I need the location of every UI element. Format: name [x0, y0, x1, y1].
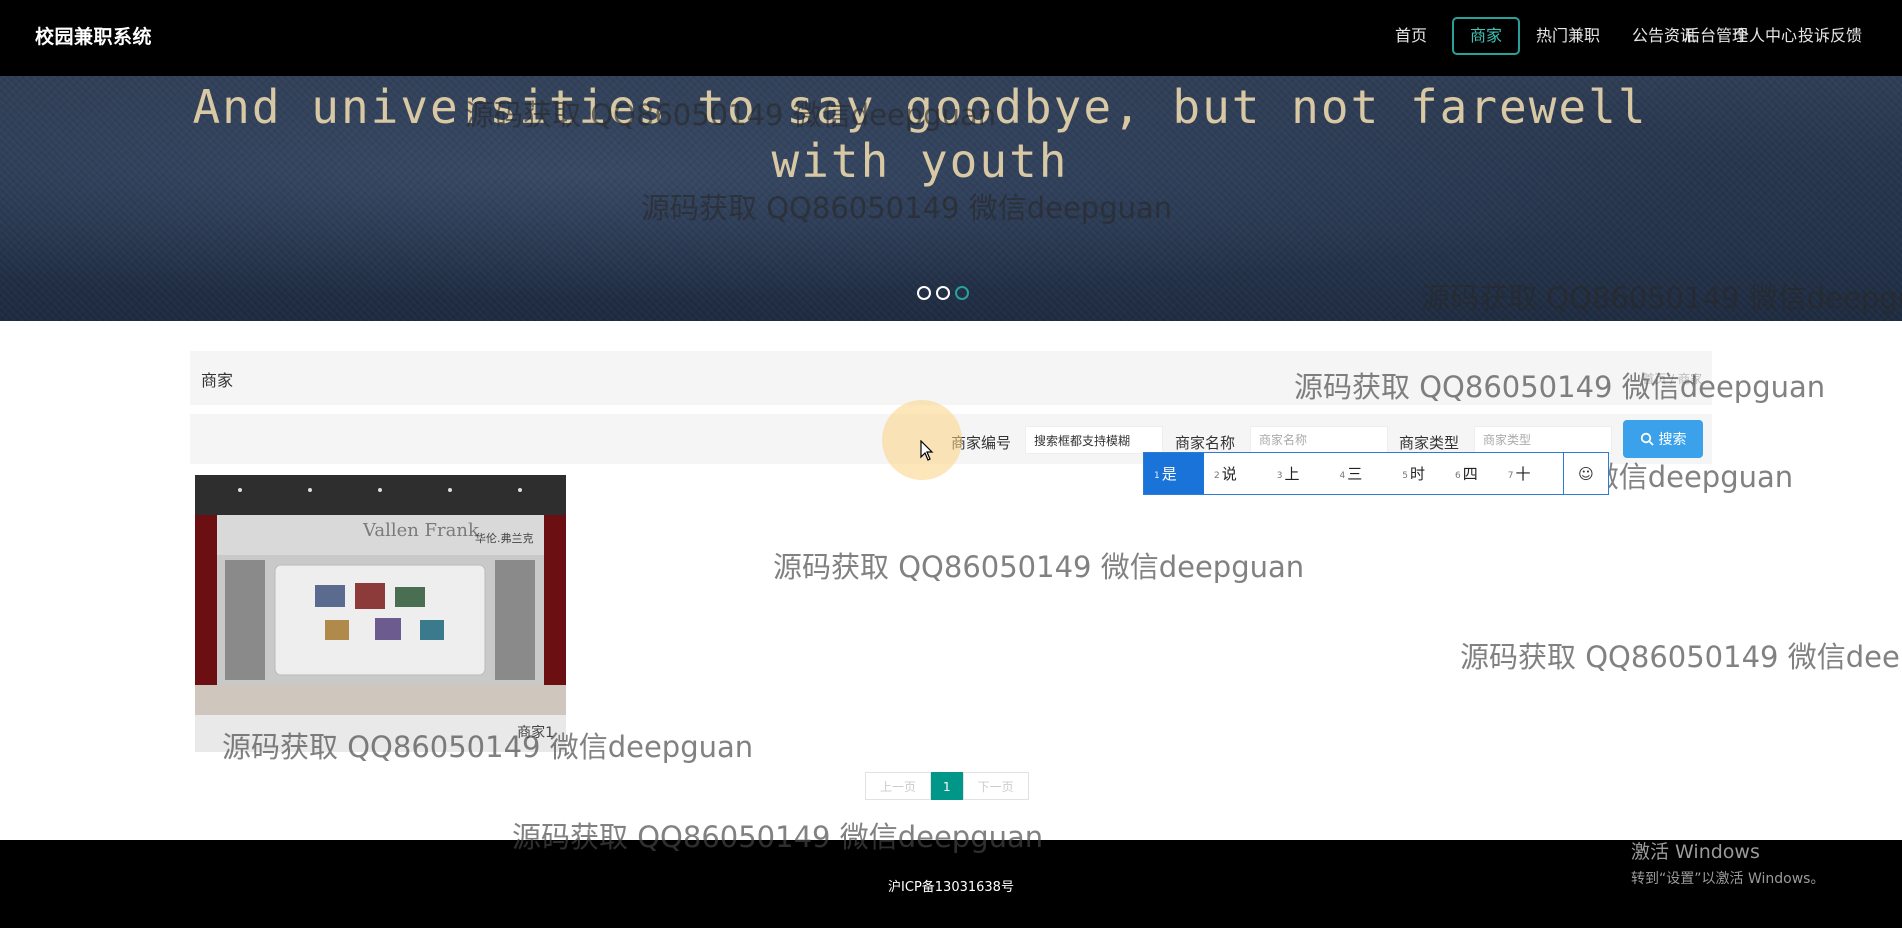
ime-candidate[interactable]: 2说: [1204, 453, 1247, 494]
merchant-name: 商家1: [195, 715, 566, 752]
search-button[interactable]: 搜索: [1623, 420, 1703, 458]
store-sign-cn: 华伦.弗兰克: [475, 532, 534, 545]
storefront-image: [195, 475, 566, 715]
breadcrumb[interactable]: 首页 / 商家: [1642, 370, 1702, 387]
banner-slogan: And universities to say goodbye, but not…: [192, 80, 1648, 188]
ime-candidate[interactable]: 3上: [1247, 453, 1310, 494]
ime-candidate[interactable]: 6四: [1435, 453, 1488, 494]
windows-activation-notice: 激活 Windows 转到“设置”以激活 Windows。: [1631, 837, 1824, 888]
carousel-dot-active[interactable]: [955, 286, 969, 300]
icp-record[interactable]: 沪ICP备13031638号: [0, 876, 1902, 895]
merchant-image[interactable]: Vallen Frank 华伦.弗兰克: [195, 475, 566, 715]
merchant-type-label: 商家类型: [1399, 434, 1460, 452]
next-page-button[interactable]: 下一页: [962, 772, 1029, 800]
ime-candidate[interactable]: 7十: [1488, 453, 1541, 494]
activation-subtitle: 转到“设置”以激活 Windows。: [1631, 871, 1825, 887]
footer: 沪ICP备13031638号: [0, 840, 1902, 928]
site-brand[interactable]: 校园兼职系统: [35, 22, 152, 49]
ime-candidate[interactable]: 1是: [1144, 453, 1204, 494]
store-sign-text: Vallen Frank: [363, 520, 479, 541]
prev-page-button[interactable]: 上一页: [865, 772, 932, 800]
ime-emoji-button[interactable]: ☺: [1563, 453, 1608, 494]
merchant-id-input[interactable]: [1025, 426, 1163, 454]
banner-carousel[interactable]: And universities to say goodbye, but not…: [0, 76, 1902, 321]
nav-item-merchants[interactable]: 商家: [1452, 17, 1520, 55]
nav-item-home[interactable]: 首页: [1378, 17, 1444, 55]
ime-candidate[interactable]: 4三: [1310, 453, 1373, 494]
search-button-label: 搜索: [1658, 431, 1687, 447]
activation-title: 激活 Windows: [1631, 841, 1760, 863]
merchant-name-label: 商家名称: [1175, 434, 1236, 452]
carousel-dot[interactable]: [917, 286, 931, 300]
search-icon: [1640, 432, 1654, 446]
pagination: 上一页 1 下一页: [865, 772, 1029, 800]
ime-candidate-bar: 1是 2说 3上 4三 5时 6四 7十 ☺: [1143, 452, 1609, 495]
mouse-cursor-icon: [920, 440, 934, 461]
nav-item-admin[interactable]: 后台管理: [1666, 17, 1766, 55]
nav-item-hot-jobs[interactable]: 热门兼职: [1524, 17, 1612, 55]
top-navbar: 校园兼职系统 首页 商家 热门兼职 公告资讯 个人中心 后台管理 投诉反馈: [0, 0, 1902, 76]
watermark: 源码获取 QQ86050149 微信deepguan: [773, 550, 1305, 584]
watermark: 源码获取 QQ86050149 微信deepguan: [1460, 640, 1902, 674]
ime-candidate[interactable]: 5时: [1372, 453, 1435, 494]
section-header: 商家 首页 / 商家: [190, 351, 1712, 405]
section-title: 商家: [201, 371, 234, 390]
nav-item-complaints[interactable]: 投诉反馈: [1780, 17, 1880, 55]
carousel-dot[interactable]: [936, 286, 950, 300]
page-number-current[interactable]: 1: [931, 772, 963, 800]
merchant-card[interactable]: Vallen Frank 华伦.弗兰克 商家1: [195, 475, 566, 752]
merchant-type-input[interactable]: [1474, 426, 1612, 454]
merchant-name-input[interactable]: [1250, 426, 1388, 454]
carousel-indicators: [917, 286, 969, 300]
